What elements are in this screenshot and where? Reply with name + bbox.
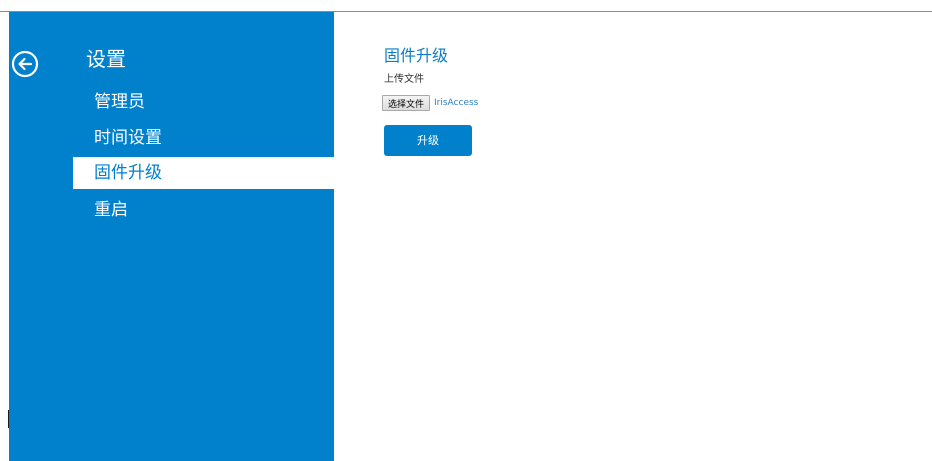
sidebar	[9, 12, 334, 461]
page-title: 固件升级	[384, 46, 449, 65]
upgrade-button[interactable]: 升级	[384, 125, 472, 156]
sidebar-title: 设置	[86, 47, 126, 71]
arrow-left-circle-icon	[11, 50, 39, 78]
sidebar-item-label: 管理员	[94, 92, 145, 112]
sidebar-item-label: 时间设置	[94, 128, 162, 148]
selected-file-name: IrisAccess	[434, 98, 479, 108]
sidebar-item-firmware-upgrade[interactable]: 固件升级	[73, 157, 334, 189]
sidebar-item-restart[interactable]: 重启	[73, 194, 334, 226]
sidebar-item-label: 重启	[94, 200, 128, 220]
sidebar-item-admin[interactable]: 管理员	[73, 86, 334, 118]
sidebar-item-label: 固件升级	[94, 163, 162, 183]
left-edge	[0, 12, 8, 461]
upload-file-label: 上传文件	[384, 74, 424, 85]
back-button[interactable]	[11, 50, 39, 78]
choose-file-button[interactable]: 选择文件	[382, 95, 430, 111]
sidebar-item-time-settings[interactable]: 时间设置	[73, 122, 334, 154]
